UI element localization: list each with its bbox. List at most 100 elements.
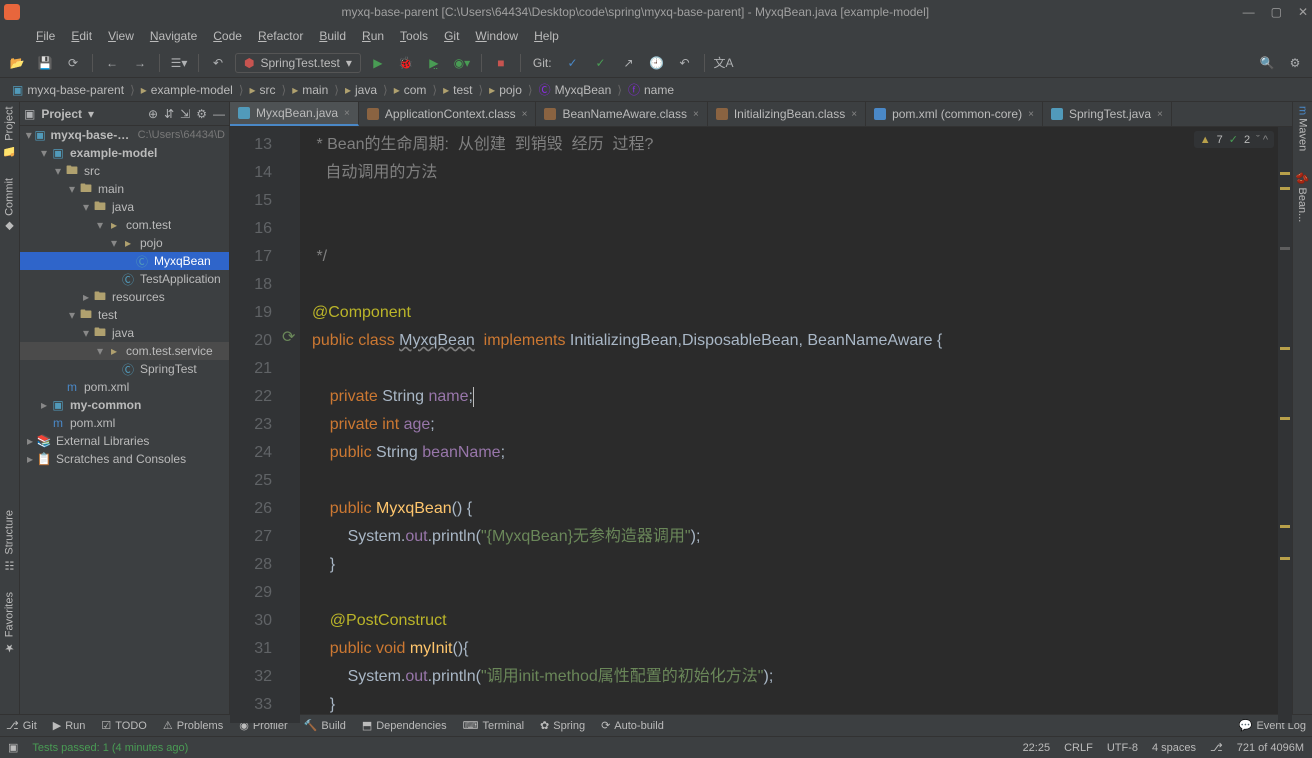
caret-position[interactable]: 22:25 <box>1023 742 1051 754</box>
tree-item-pom-xml[interactable]: mpom.xml <box>20 378 229 396</box>
tree-item-com-test-service[interactable]: ▾▸com.test.service <box>20 342 229 360</box>
breadcrumb-item[interactable]: ▸ src <box>246 83 280 97</box>
forward-icon[interactable]: → <box>129 52 151 74</box>
reload-icon[interactable]: ⟳ <box>62 52 84 74</box>
tree-item-scratches and consoles[interactable]: ▸📋Scratches and Consoles <box>20 450 229 468</box>
vcs-history-icon[interactable]: 🕘 <box>646 52 668 74</box>
breadcrumb-item[interactable]: Ⓒ MyxqBean <box>535 81 616 98</box>
breadcrumb-item[interactable]: ▸ main <box>288 83 332 97</box>
menu-edit[interactable]: Edit <box>63 25 100 47</box>
breadcrumb-item[interactable]: ▸ pojo <box>485 83 526 97</box>
expand-all-icon[interactable]: ⇵ <box>164 107 174 121</box>
menu-navigate[interactable]: Navigate <box>142 25 205 47</box>
minimize-button[interactable]: — <box>1243 5 1255 19</box>
editor-tab[interactable]: pom.xml (common-core)× <box>866 102 1043 126</box>
menu-refactor[interactable]: Refactor <box>250 25 311 47</box>
back-icon[interactable]: ← <box>101 52 123 74</box>
tree-item-external libraries[interactable]: ▸📚External Libraries <box>20 432 229 450</box>
breadcrumb-item[interactable]: ▸ java <box>341 83 381 97</box>
structure-tool-button[interactable]: ☷ Structure <box>3 510 16 572</box>
close-button[interactable]: ✕ <box>1298 5 1308 19</box>
menu-help[interactable]: Help <box>526 25 567 47</box>
editor-body[interactable]: 1314151617181920212223242526272829303132… <box>230 127 1292 723</box>
vcs-update-icon[interactable]: ✓ <box>562 52 584 74</box>
tool-git[interactable]: ⎇Git <box>6 719 37 732</box>
tool-window-quick-access-icon[interactable]: ▣ <box>8 741 18 754</box>
tree-item-resources[interactable]: ▸🖿resources <box>20 288 229 306</box>
tree-item-example-model[interactable]: ▾▣example-model <box>20 144 229 162</box>
translate-icon[interactable]: 文A <box>713 52 735 74</box>
select-opened-icon[interactable]: ⊕ <box>148 107 158 121</box>
editor-tab[interactable]: ApplicationContext.class× <box>359 102 537 126</box>
save-icon[interactable]: 💾 <box>34 52 56 74</box>
close-tab-icon[interactable]: × <box>522 109 528 120</box>
indent-settings[interactable]: 4 spaces <box>1152 742 1196 754</box>
tree-item-springtest[interactable]: ⒸSpringTest <box>20 360 229 378</box>
breadcrumb-item[interactable]: ⓕ name <box>624 81 678 98</box>
project-tool-button[interactable]: 📁 Project <box>3 106 16 158</box>
search-everywhere-icon[interactable]: 🔍 <box>1256 52 1278 74</box>
tree-item-main[interactable]: ▾🖿main <box>20 180 229 198</box>
close-tab-icon[interactable]: × <box>344 108 350 119</box>
close-tab-icon[interactable]: × <box>693 109 699 120</box>
tree-item-pom-xml[interactable]: mpom.xml <box>20 414 229 432</box>
git-branch-icon[interactable]: ⎇ <box>1210 741 1223 754</box>
editor-tab[interactable]: InitializingBean.class× <box>708 102 866 126</box>
coverage-icon[interactable]: ▶̤ <box>423 52 445 74</box>
tree-item-src[interactable]: ▾🖿src <box>20 162 229 180</box>
favorites-tool-button[interactable]: ★ Favorites <box>3 592 16 654</box>
menu-view[interactable]: View <box>100 25 142 47</box>
undo-build-icon[interactable]: ↶ <box>207 52 229 74</box>
panel-settings-icon[interactable]: ⚙ <box>196 107 207 121</box>
memory-indicator[interactable]: 721 of 4096M <box>1237 742 1304 754</box>
code-area[interactable]: * Bean的生命周期: 从创建 到销毁 经历 过程? 自动调用的方法 */ @… <box>300 127 1278 723</box>
vcs-revert-icon[interactable]: ↶ <box>674 52 696 74</box>
tree-item-myxqbean[interactable]: ⒸMyxqBean <box>20 252 229 270</box>
close-tab-icon[interactable]: × <box>1028 109 1034 120</box>
close-tab-icon[interactable]: × <box>851 109 857 120</box>
run-icon[interactable]: ▶ <box>367 52 389 74</box>
stop-icon[interactable]: ■ <box>490 52 512 74</box>
run-gutter-icon[interactable]: ⟳ <box>282 327 295 347</box>
close-tab-icon[interactable]: × <box>1157 109 1163 120</box>
menu-run[interactable]: Run <box>354 25 392 47</box>
menu-code[interactable]: Code <box>205 25 250 47</box>
editor-tab[interactable]: MyxqBean.java× <box>230 102 359 126</box>
menu-file[interactable]: File <box>28 25 63 47</box>
debug-icon[interactable]: 🐞 <box>395 52 417 74</box>
vcs-commit-icon[interactable]: ✓ <box>590 52 612 74</box>
maximize-button[interactable]: ▢ <box>1271 5 1282 19</box>
tree-item-pojo[interactable]: ▾▸pojo <box>20 234 229 252</box>
error-stripe[interactable] <box>1278 127 1292 723</box>
editor-tab[interactable]: BeanNameAware.class× <box>536 102 707 126</box>
breadcrumb-item[interactable]: ▸ test <box>439 83 476 97</box>
line-separator[interactable]: CRLF <box>1064 742 1093 754</box>
editor-tab[interactable]: SpringTest.java× <box>1043 102 1172 126</box>
inspection-widget[interactable]: ▲7 ✓2 ˇ ^ <box>1194 131 1274 148</box>
open-icon[interactable]: 📂 <box>6 52 28 74</box>
menu-tools[interactable]: Tools <box>392 25 436 47</box>
menu-window[interactable]: Window <box>467 25 526 47</box>
file-encoding[interactable]: UTF-8 <box>1107 742 1138 754</box>
build-icon[interactable]: ☰▾ <box>168 52 190 74</box>
breadcrumb-item[interactable]: ▸ com <box>390 83 431 97</box>
run-config-select[interactable]: ⬢ SpringTest.test ▾ <box>235 53 361 73</box>
vcs-push-icon[interactable]: ↗ <box>618 52 640 74</box>
breadcrumb-item[interactable]: ▸ example-model <box>137 83 237 97</box>
maven-tool-button[interactable]: m Maven <box>1297 106 1309 151</box>
bean-tool-button[interactable]: 🫘 Bean... <box>1296 171 1309 222</box>
hide-panel-icon[interactable]: — <box>213 107 225 121</box>
project-tree[interactable]: ▾ ▣ myxq-base-parent C:\Users\64434\D ▾▣… <box>20 126 229 714</box>
collapse-all-icon[interactable]: ⇲ <box>180 107 190 121</box>
tree-item-testapplication[interactable]: ⒸTestApplication <box>20 270 229 288</box>
menu-build[interactable]: Build <box>311 25 354 47</box>
tree-root[interactable]: ▾ ▣ myxq-base-parent C:\Users\64434\D <box>20 126 229 144</box>
tool-todo[interactable]: ☑TODO <box>101 719 146 732</box>
breadcrumb-item[interactable]: ▣ myxq-base-parent <box>8 83 128 97</box>
menu-git[interactable]: Git <box>436 25 467 47</box>
commit-tool-button[interactable]: ◆ Commit <box>3 178 16 233</box>
tree-item-java[interactable]: ▾🖿java <box>20 198 229 216</box>
tree-item-test[interactable]: ▾🖿test <box>20 306 229 324</box>
tree-item-java[interactable]: ▾🖿java <box>20 324 229 342</box>
tool-run[interactable]: ▶Run <box>53 719 86 732</box>
